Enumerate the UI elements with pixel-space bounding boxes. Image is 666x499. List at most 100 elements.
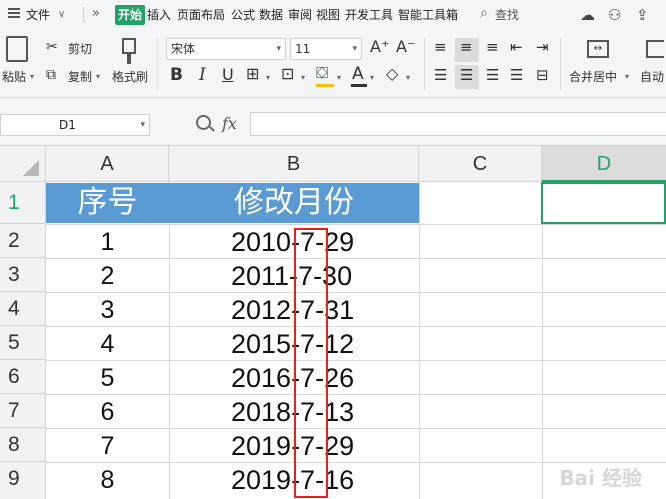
- row-header-6[interactable]: 6: [0, 360, 46, 394]
- tab-smart-toolbox[interactable]: 智能工具箱: [398, 8, 458, 22]
- cell-b7[interactable]: 2018-7-13: [231, 397, 354, 428]
- tab-insert[interactable]: 插入: [147, 8, 171, 22]
- cell-a4[interactable]: 3: [46, 296, 169, 325]
- select-all-corner[interactable]: [0, 146, 46, 182]
- align-middle-icon[interactable]: ≡: [460, 40, 473, 55]
- menu-icon[interactable]: [8, 8, 20, 18]
- cell-b9[interactable]: 2019-7-16: [231, 465, 354, 496]
- share-user-icon[interactable]: ⚇: [608, 6, 621, 24]
- paste-dropdown-icon[interactable]: ▾: [30, 70, 34, 84]
- font-color-icon[interactable]: A: [352, 66, 364, 83]
- formula-input[interactable]: [250, 112, 666, 136]
- row-header-3[interactable]: 3: [0, 258, 46, 292]
- font-color-swatch: [351, 84, 367, 87]
- auto-wrap-button[interactable]: 自动: [640, 70, 664, 84]
- merge-arrows: ↔: [593, 43, 603, 54]
- search-label[interactable]: 查找: [495, 8, 519, 22]
- cloud-icon[interactable]: ☁: [580, 6, 595, 24]
- paste-button[interactable]: 粘贴: [2, 70, 26, 84]
- row-header-5[interactable]: 5: [0, 326, 46, 360]
- align-top-icon[interactable]: ≡: [434, 40, 447, 55]
- clipboard-icon[interactable]: [6, 36, 28, 62]
- zoom-icon[interactable]: [196, 115, 211, 130]
- cell-a5[interactable]: 4: [46, 330, 169, 359]
- decrease-font-icon[interactable]: A⁻: [396, 39, 415, 55]
- cell-b3[interactable]: 2011-7-30: [231, 261, 352, 292]
- align-bottom-icon[interactable]: ≡: [486, 40, 499, 55]
- cell-a7[interactable]: 6: [46, 398, 169, 427]
- wrap-text-icon[interactable]: [646, 40, 664, 58]
- row-header-2[interactable]: 2: [0, 224, 46, 258]
- cell-a2[interactable]: 1: [46, 228, 169, 257]
- row-header-1[interactable]: 1: [0, 182, 46, 224]
- cell-b4[interactable]: 2012-7-31: [231, 295, 354, 326]
- align-right-icon[interactable]: ☰: [486, 68, 499, 83]
- cut-button[interactable]: 剪切: [68, 42, 92, 56]
- chevron-down-icon[interactable]: ▾: [370, 71, 374, 85]
- cell-a6[interactable]: 5: [46, 364, 169, 393]
- border-icon[interactable]: ⊞: [246, 66, 259, 82]
- tab-view[interactable]: 视图: [316, 8, 340, 22]
- search-icon[interactable]: ⌕: [480, 6, 488, 20]
- fill-color-icon[interactable]: ⛋: [316, 65, 328, 81]
- underline-icon[interactable]: U: [222, 67, 234, 83]
- row-header-7[interactable]: 7: [0, 394, 46, 428]
- tab-review[interactable]: 审阅: [288, 8, 312, 22]
- upload-icon[interactable]: ⇪: [636, 6, 649, 24]
- chevron-down-icon[interactable]: ▾: [337, 71, 341, 85]
- fx-icon[interactable]: fx: [222, 114, 237, 133]
- italic-icon[interactable]: I: [199, 67, 206, 84]
- bold-icon[interactable]: B: [170, 67, 183, 84]
- chevron-down-icon[interactable]: ▾: [266, 71, 270, 85]
- eraser-icon[interactable]: ◇: [386, 66, 398, 82]
- align-center-icon[interactable]: ☰: [460, 68, 473, 83]
- scissors-icon[interactable]: ✂: [46, 40, 58, 54]
- font-size-select[interactable]: 11 ▾: [290, 38, 362, 60]
- increase-font-icon[interactable]: A⁺: [370, 39, 389, 55]
- copy-button[interactable]: 复制: [68, 70, 92, 84]
- row-header-8[interactable]: 8: [0, 428, 46, 462]
- cell-a9[interactable]: 8: [46, 466, 169, 495]
- cell-b6[interactable]: 2016-7-26: [231, 363, 354, 394]
- column-header-d[interactable]: D: [542, 146, 666, 182]
- justify-icon[interactable]: ☰: [510, 68, 523, 83]
- column-header-c[interactable]: C: [419, 146, 542, 182]
- distributed-align-icon[interactable]: ⊟: [536, 68, 549, 83]
- file-menu[interactable]: 文件: [26, 8, 50, 22]
- cell-b2[interactable]: 2010-7-29: [231, 227, 354, 258]
- format-painter-button[interactable]: 格式刷: [112, 70, 148, 84]
- row-header-4[interactable]: 4: [0, 292, 46, 326]
- cell-b5[interactable]: 2015-7-12: [231, 329, 354, 360]
- column-header-a[interactable]: A: [46, 146, 169, 182]
- chevron-right-icon[interactable]: »: [92, 6, 100, 21]
- chevron-down-icon[interactable]: ▾: [301, 71, 305, 85]
- chevron-down-icon[interactable]: ▾: [406, 71, 410, 85]
- font-name-select[interactable]: 宋体 ▾: [166, 38, 286, 60]
- tab-home[interactable]: 开始: [115, 5, 146, 25]
- cell-b8[interactable]: 2019-7-29: [231, 431, 354, 462]
- increase-indent-icon[interactable]: ⇥: [536, 40, 549, 55]
- merge-cells-icon[interactable]: ↔: [587, 40, 609, 58]
- cell-style-icon[interactable]: ⊡: [281, 66, 294, 82]
- cell-a8[interactable]: 7: [46, 432, 169, 461]
- cell-a3[interactable]: 2: [46, 262, 169, 291]
- decrease-indent-icon[interactable]: ⇤: [510, 40, 523, 55]
- column-header-b[interactable]: B: [169, 146, 419, 182]
- chevron-down-icon[interactable]: ∨: [58, 8, 65, 22]
- align-left-icon[interactable]: ☰: [434, 68, 447, 83]
- name-box[interactable]: D1 ▾: [0, 114, 150, 136]
- annotation-highlight-box: [294, 228, 328, 498]
- brush-icon[interactable]: [122, 38, 136, 54]
- tab-data[interactable]: 数据: [259, 8, 283, 22]
- cell-b1[interactable]: 修改月份: [169, 183, 419, 223]
- active-cell-selection[interactable]: [541, 182, 666, 224]
- merge-dropdown-icon[interactable]: ▾: [625, 70, 629, 84]
- merge-center-button[interactable]: 合并居中: [569, 70, 617, 84]
- row-header-9[interactable]: 9: [0, 462, 46, 499]
- cell-a1[interactable]: 序号: [46, 183, 169, 223]
- copy-dropdown-icon[interactable]: ▾: [96, 70, 100, 84]
- tab-developer[interactable]: 开发工具: [345, 8, 393, 22]
- copy-icon[interactable]: ⧉: [46, 68, 56, 82]
- tab-page-layout[interactable]: 页面布局: [177, 8, 225, 22]
- tab-formulas[interactable]: 公式: [231, 8, 255, 22]
